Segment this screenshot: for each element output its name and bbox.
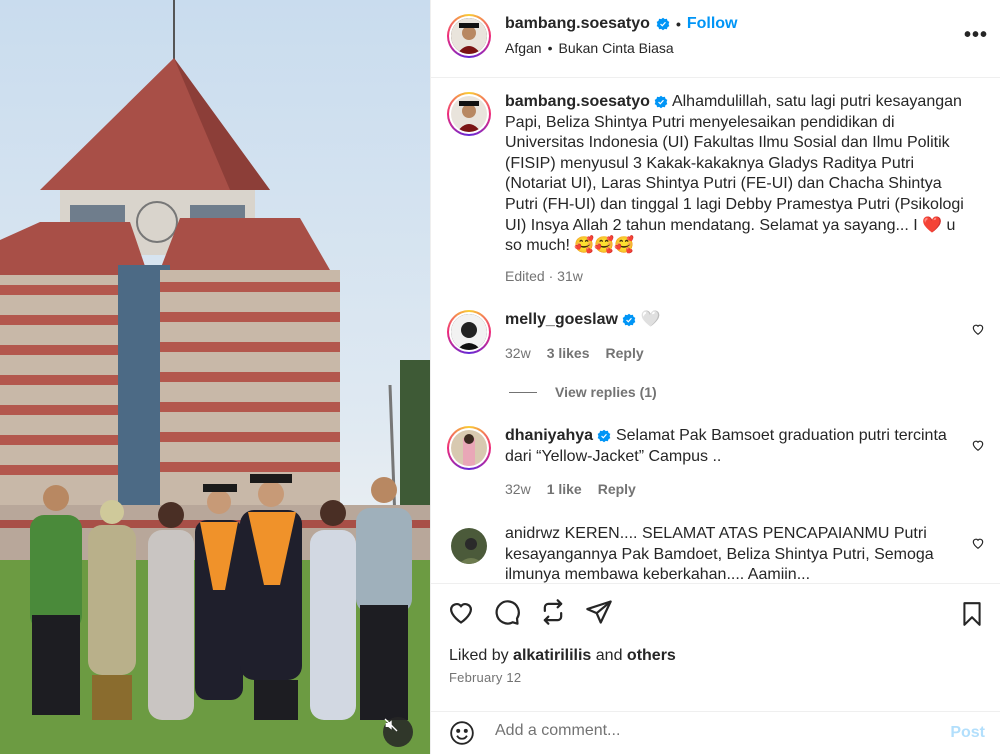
replies-divider-line [509, 391, 537, 393]
commenter-avatar[interactable] [447, 426, 491, 470]
like-comment-heart-icon[interactable] [971, 536, 985, 550]
comment-icon[interactable] [493, 598, 521, 631]
likes-summary[interactable]: Liked by alkatirililis and others [449, 647, 676, 665]
edited-label: Edited [505, 267, 545, 284]
verified-badge-icon [655, 95, 668, 109]
speaker-muted-icon [384, 718, 398, 732]
post-photo[interactable] [0, 0, 430, 754]
commenter-username[interactable]: anidrwz [505, 525, 560, 542]
emoji-icon[interactable] [449, 720, 475, 751]
graduation-photo-illustration [0, 0, 430, 754]
header-username-row: bambang.soesatyo • Follow [505, 15, 738, 33]
music-separator: • [547, 40, 553, 56]
comment-meta: 32w 1 like Reply [505, 479, 975, 500]
reply-button[interactable]: Reply [598, 479, 636, 500]
mute-toggle-button[interactable] [383, 717, 413, 747]
music-title: Bukan Cinta Biasa [558, 40, 674, 56]
caption-time[interactable]: 31w [557, 268, 583, 284]
avatar-photo [451, 314, 487, 350]
view-replies-button[interactable]: View replies (1) [509, 384, 657, 400]
post-actions-section: Liked by alkatirililis and others Februa… [431, 583, 1000, 703]
comment-time[interactable]: 32w [505, 343, 531, 364]
comment-time[interactable]: 32w [505, 479, 531, 500]
author-username[interactable]: bambang.soesatyo [505, 15, 650, 33]
comment-content: dhaniyahya Selamat Pak Bamsoet graduatio… [505, 426, 975, 500]
comment-likes[interactable]: 1 like [547, 479, 582, 500]
like-comment-heart-icon[interactable] [971, 438, 985, 452]
follow-button[interactable]: Follow [687, 15, 738, 33]
reply-button[interactable]: Reply [606, 343, 644, 364]
avatar-photo [451, 18, 487, 54]
send-icon[interactable] [585, 598, 613, 631]
commenter-username[interactable]: dhaniyahya [505, 427, 593, 444]
add-comment-bar: Post [431, 711, 1000, 754]
comment-likes[interactable]: 3 likes [547, 343, 590, 364]
avatar-photo [451, 430, 487, 466]
instagram-post-modal: bambang.soesatyo • Follow Afgan • Bukan … [0, 0, 1000, 754]
post-side-panel: bambang.soesatyo • Follow Afgan • Bukan … [430, 0, 1000, 754]
caption-text: Alhamdulillah, satu lagi putri kesayanga… [505, 93, 964, 255]
comment-text: KEREN.... SELAMAT ATAS PENCAPAIANMU Putr… [505, 525, 934, 583]
share-icon[interactable] [539, 598, 567, 631]
like-comment-heart-icon[interactable] [971, 322, 985, 336]
more-options-icon[interactable]: ••• [964, 24, 988, 47]
liked-by-user[interactable]: alkatirililis [513, 647, 591, 664]
comments-scroll-area[interactable]: bambang.soesatyo Alhamdulillah, satu lag… [431, 79, 1000, 583]
header-separator: • [675, 16, 681, 32]
comment-content: anidrwz KEREN.... SELAMAT ATAS PENCAPAIA… [505, 524, 975, 583]
comment-content: melly_goeslaw 🤍 32w 3 likes Reply [505, 310, 975, 363]
avatar-photo [451, 96, 487, 132]
action-icons-row [447, 598, 613, 631]
music-attribution[interactable]: Afgan • Bukan Cinta Biasa [505, 40, 674, 56]
likes-others[interactable]: others [627, 647, 676, 664]
comment-meta: 32w 3 likes Reply [505, 343, 975, 364]
avatar-photo [451, 528, 487, 564]
commenter-avatar[interactable] [447, 524, 491, 568]
post-header: bambang.soesatyo • Follow Afgan • Bukan … [431, 0, 1000, 78]
caption-username[interactable]: bambang.soesatyo [505, 93, 650, 110]
music-artist: Afgan [505, 40, 542, 56]
view-replies-label: View replies (1) [555, 384, 657, 400]
likes-conj: and [595, 647, 623, 664]
verified-badge-icon [623, 313, 636, 327]
commenter-avatar[interactable] [447, 310, 491, 354]
author-avatar[interactable] [447, 14, 491, 58]
comment-text: 🤍 [640, 311, 661, 328]
bookmark-icon[interactable] [959, 600, 985, 633]
verified-badge-icon [598, 429, 611, 443]
commenter-username[interactable]: melly_goeslaw [505, 311, 618, 328]
verified-badge-icon [656, 17, 670, 31]
heart-icon[interactable] [447, 598, 475, 631]
post-comment-button[interactable]: Post [950, 724, 985, 742]
caption-meta: Edited · 31w [505, 267, 583, 284]
caption-content: bambang.soesatyo Alhamdulillah, satu lag… [505, 92, 975, 286]
likes-prefix: Liked by [449, 647, 509, 664]
comment-input[interactable] [495, 722, 915, 740]
caption-author-avatar[interactable] [447, 92, 491, 136]
post-date[interactable]: February 12 [449, 670, 521, 685]
